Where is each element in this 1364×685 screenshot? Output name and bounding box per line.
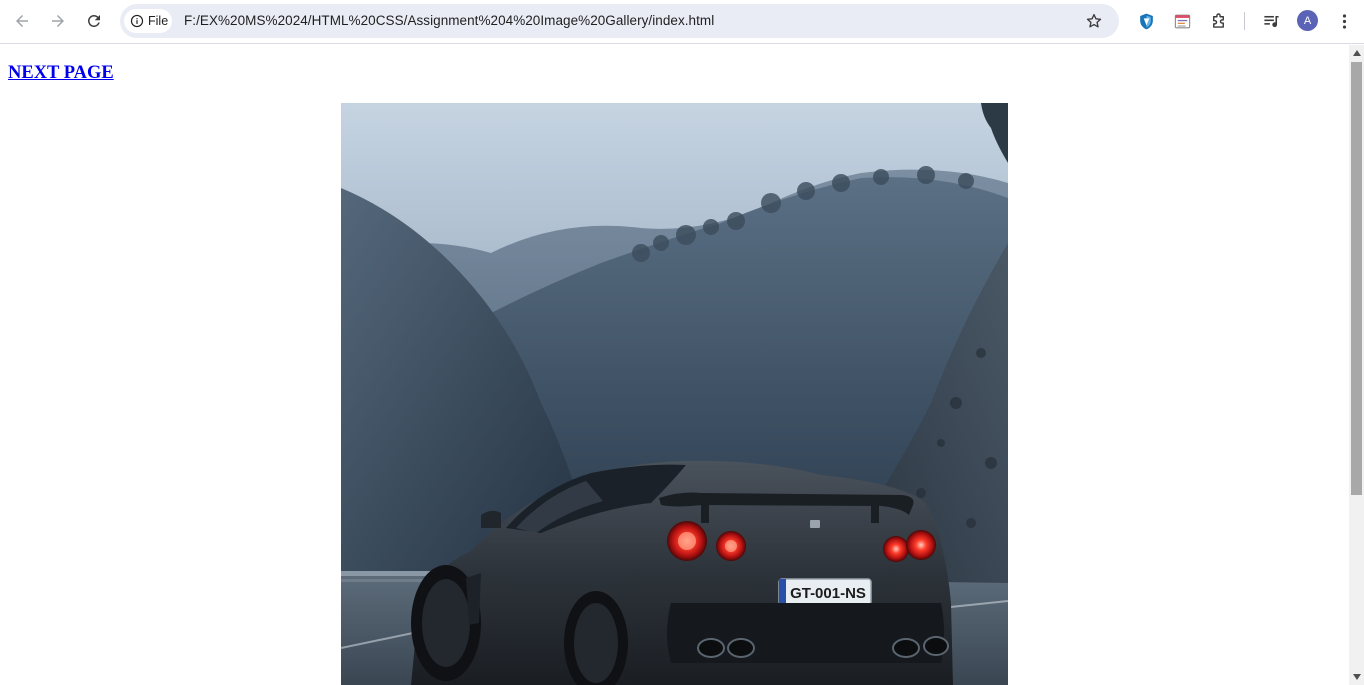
license-plate-text: GT-001-NS [790, 585, 866, 602]
window-extension-icon [1174, 14, 1190, 28]
back-button[interactable] [7, 7, 37, 35]
media-control-icon [1263, 15, 1279, 27]
scroll-down-button[interactable] [1349, 669, 1364, 685]
profile-avatar[interactable]: A [1297, 10, 1318, 31]
forward-arrow-icon [52, 15, 64, 27]
toolbar-separator [1244, 12, 1245, 30]
puzzle-icon [1212, 12, 1224, 28]
info-icon [130, 14, 144, 28]
shield-extension-button[interactable] [1134, 9, 1158, 33]
window-extension-button[interactable] [1170, 9, 1194, 33]
forward-button[interactable] [43, 7, 73, 35]
next-page-link[interactable]: NEXT PAGE [8, 63, 114, 84]
browser-menu-button[interactable] [1332, 9, 1356, 33]
car-photo: GT-001-NS [341, 103, 1008, 685]
extensions-menu-button[interactable] [1206, 9, 1230, 33]
vertical-scrollbar[interactable] [1349, 45, 1364, 685]
back-arrow-icon [16, 15, 28, 27]
reload-icon [87, 14, 100, 27]
scroll-up-button[interactable] [1349, 45, 1364, 61]
url-text[interactable]: F:/EX%20MS%2024/HTML%20CSS/Assignment%20… [184, 13, 714, 28]
scrollbar-thumb[interactable] [1351, 62, 1362, 495]
site-info-chip[interactable]: File [124, 9, 172, 33]
page-viewport: NEXT PAGE GT-001-NS [0, 45, 1349, 685]
kebab-menu-icon [1342, 13, 1346, 29]
browser-toolbar: File F:/EX%20MS%2024/HTML%20CSS/Assignme… [0, 0, 1364, 44]
shield-extension-icon [1139, 13, 1153, 29]
reload-button[interactable] [79, 7, 109, 35]
address-bar[interactable]: File F:/EX%20MS%2024/HTML%20CSS/Assignme… [120, 4, 1119, 38]
star-icon [1086, 13, 1102, 28]
media-control-button[interactable] [1259, 9, 1283, 33]
scroll-down-arrow-icon [1352, 674, 1361, 680]
scroll-up-arrow-icon [1352, 50, 1361, 56]
site-chip-label: File [148, 14, 169, 28]
bookmark-button[interactable] [1082, 9, 1106, 33]
